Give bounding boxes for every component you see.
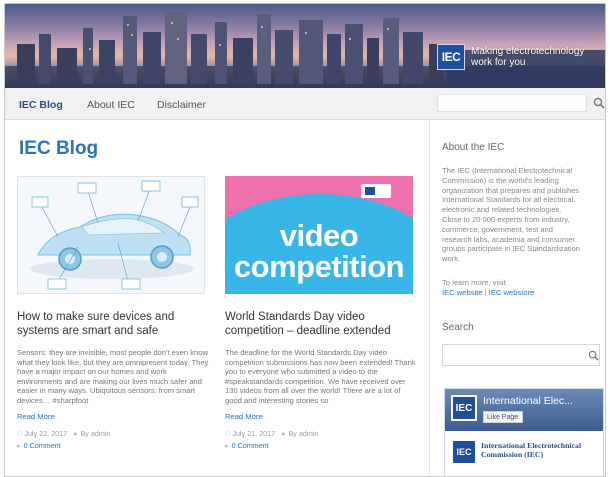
about-text: The IEC (International Electrotechnical … bbox=[442, 166, 581, 264]
post-date: July 21, 2017 bbox=[232, 428, 276, 438]
post-title[interactable]: How to make sure devices and systems are… bbox=[17, 310, 209, 338]
post-date: July 22, 2017 bbox=[24, 428, 68, 438]
post-meta: □ July 21, 2017 ● By admin ▸ 0 Comment bbox=[225, 428, 417, 452]
nav-search-input[interactable] bbox=[437, 94, 587, 112]
post-author: By admin bbox=[80, 428, 111, 438]
post-author: By admin bbox=[288, 428, 319, 438]
post-excerpt: Sensors: they are invisible, most people… bbox=[17, 348, 209, 405]
post-title[interactable]: World Standards Day video competition – … bbox=[225, 310, 417, 338]
sidebar-search-input[interactable] bbox=[442, 344, 600, 366]
blog-page: IEC Making electrotechnology work for yo… bbox=[4, 3, 606, 477]
search-icon[interactable] bbox=[593, 97, 605, 109]
post-comments-link[interactable]: 0 Comment bbox=[232, 441, 269, 450]
competition-text: competition bbox=[233, 249, 405, 284]
video-text: video bbox=[279, 218, 359, 253]
search-icon[interactable] bbox=[588, 350, 599, 361]
car-sensors-illustration bbox=[18, 177, 204, 293]
read-more-link[interactable]: Read More bbox=[225, 412, 417, 421]
read-more-link[interactable]: Read More bbox=[17, 412, 209, 421]
post-meta: □ July 22, 2017 ● By admin ▸ 0 Comment bbox=[17, 428, 209, 452]
calendar-icon: □ bbox=[17, 428, 22, 438]
about-heading: About the IEC bbox=[442, 142, 505, 153]
user-icon: ● bbox=[281, 428, 286, 438]
facebook-page-logo[interactable]: IEC bbox=[451, 395, 477, 421]
facebook-post-avatar[interactable]: IEC bbox=[453, 441, 475, 463]
facebook-post-author[interactable]: International Electrotechnical Commissio… bbox=[481, 441, 593, 460]
iec-webstore-link[interactable]: IEC webstore bbox=[489, 288, 535, 297]
iec-website-link[interactable]: IEC website bbox=[442, 288, 483, 297]
search-heading: Search bbox=[442, 322, 474, 333]
sidebar: About the IEC The IEC (International Ele… bbox=[429, 120, 605, 476]
nav-item-iec-blog[interactable]: IEC Blog bbox=[19, 99, 63, 111]
nav-item-about-iec[interactable]: About IEC bbox=[87, 99, 135, 111]
header-banner: IEC Making electrotechnology work for yo… bbox=[5, 4, 605, 88]
header-tagline: Making electrotechnology work for you bbox=[471, 46, 585, 68]
facebook-like-button[interactable]: Like Page bbox=[483, 411, 523, 423]
facebook-like-label: Like Page bbox=[487, 413, 519, 421]
calendar-icon: □ bbox=[225, 428, 230, 438]
iec-logo[interactable]: IEC bbox=[437, 44, 465, 70]
blog-post-card: video competition World Standards Day vi… bbox=[225, 176, 417, 452]
comment-icon: ▸ bbox=[17, 440, 21, 450]
iec-brand[interactable]: IEC Making electrotechnology work for yo… bbox=[437, 44, 591, 70]
post-excerpt: The deadline for the World Standards Day… bbox=[225, 348, 416, 405]
blog-post-card: How to make sure devices and systems are… bbox=[17, 176, 209, 452]
mini-logo-badge bbox=[361, 184, 391, 198]
post-image-car[interactable] bbox=[17, 176, 205, 294]
page-title: IEC Blog bbox=[19, 138, 99, 159]
learn-more-text: To learn more, visit IEC website | IEC w… bbox=[442, 278, 592, 298]
nav-item-disclaimer[interactable]: Disclaimer bbox=[157, 99, 206, 111]
learn-more-prefix: To learn more, visit bbox=[442, 278, 506, 287]
post-comments-link[interactable]: 0 Comment bbox=[24, 441, 61, 450]
comment-icon: ▸ bbox=[225, 440, 229, 450]
user-icon: ● bbox=[73, 428, 78, 438]
facebook-page-widget[interactable]: IEC International Elec... Like Page IEC … bbox=[444, 388, 604, 476]
main-nav: IEC Blog About IEC Disclaimer bbox=[5, 88, 605, 120]
post-image-video-competition[interactable]: video competition bbox=[225, 176, 413, 294]
facebook-page-name[interactable]: International Elec... bbox=[483, 395, 573, 407]
